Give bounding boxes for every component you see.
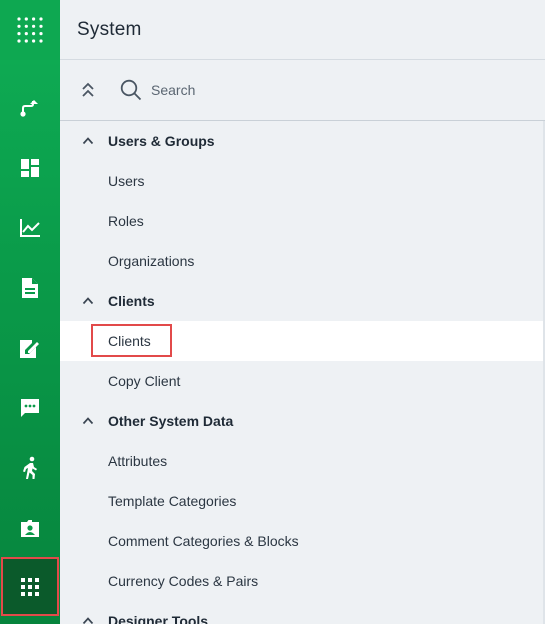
system-nav-list: Users & Groups Users Roles Organizations… — [60, 121, 545, 624]
rail-item-contacts[interactable] — [0, 498, 60, 558]
panel-toolbar: Search — [60, 60, 545, 121]
edit-document-icon — [20, 340, 39, 358]
rail-item-dashboard[interactable] — [0, 138, 60, 198]
dashboard-icon — [21, 159, 39, 177]
rail-item-apps[interactable] — [1, 557, 59, 616]
nav-item-label: Template Categories — [108, 493, 237, 509]
group-label: Clients — [108, 293, 155, 309]
system-panel: System Search Users & Groups Users Roles — [60, 0, 545, 624]
rail-item-comments[interactable] — [0, 378, 60, 438]
group-label: Other System Data — [108, 413, 234, 429]
nav-item-attributes[interactable]: Attributes — [60, 441, 545, 481]
app-launcher-button[interactable] — [0, 0, 60, 60]
search-input[interactable]: Search — [120, 78, 195, 102]
rail-item-edit[interactable] — [0, 318, 60, 378]
rail-item-workflow[interactable] — [0, 78, 60, 138]
nav-item-label: Roles — [108, 213, 144, 229]
nav-item-label: Comment Categories & Blocks — [108, 533, 299, 549]
panel-header: System — [60, 0, 545, 60]
page-title: System — [77, 18, 142, 40]
collapse-all-button[interactable] — [78, 78, 98, 102]
nav-item-copy-client[interactable]: Copy Client — [60, 361, 545, 401]
group-label: Designer Tools — [108, 613, 209, 624]
line-chart-icon — [20, 219, 40, 237]
group-clients[interactable]: Clients — [60, 281, 545, 321]
group-users-groups[interactable]: Users & Groups — [60, 121, 545, 161]
walking-person-icon — [23, 456, 37, 479]
group-designer-tools[interactable]: Designer Tools — [60, 601, 545, 624]
nav-item-roles[interactable]: Roles — [60, 201, 545, 241]
nav-item-label: Organizations — [108, 253, 195, 269]
chevron-up-icon — [82, 297, 94, 305]
nav-item-currency-codes[interactable]: Currency Codes & Pairs — [60, 561, 545, 601]
dots-grid-icon — [17, 17, 43, 43]
chevron-up-icon — [82, 617, 94, 624]
nav-item-label: Currency Codes & Pairs — [108, 573, 259, 589]
apps-grid-icon — [21, 577, 39, 596]
nav-item-label: Users — [108, 173, 145, 189]
rail-item-documents[interactable] — [0, 258, 60, 318]
rail-item-analytics[interactable] — [0, 198, 60, 258]
nav-item-users[interactable]: Users — [60, 161, 545, 201]
search-placeholder: Search — [151, 82, 196, 98]
document-icon — [22, 278, 38, 298]
nav-item-organizations[interactable]: Organizations — [60, 241, 545, 281]
nav-item-label: Attributes — [108, 453, 168, 469]
nav-item-label: Copy Client — [108, 373, 181, 389]
comment-icon — [21, 399, 39, 417]
nav-item-clients[interactable]: Clients — [60, 321, 545, 361]
workflow-icon — [20, 100, 38, 117]
double-chevron-up-icon — [82, 82, 94, 97]
nav-item-comment-categories[interactable]: Comment Categories & Blocks — [60, 521, 545, 561]
chevron-up-icon — [82, 417, 94, 425]
contact-folder-icon — [21, 520, 39, 537]
nav-item-label: Clients — [108, 333, 151, 349]
rail-item-activity[interactable] — [0, 438, 60, 498]
group-label: Users & Groups — [108, 133, 215, 149]
search-icon — [120, 79, 142, 101]
left-nav-rail — [0, 0, 60, 624]
group-other-system-data[interactable]: Other System Data — [60, 401, 545, 441]
nav-item-template-categories[interactable]: Template Categories — [60, 481, 545, 521]
chevron-up-icon — [82, 137, 94, 145]
